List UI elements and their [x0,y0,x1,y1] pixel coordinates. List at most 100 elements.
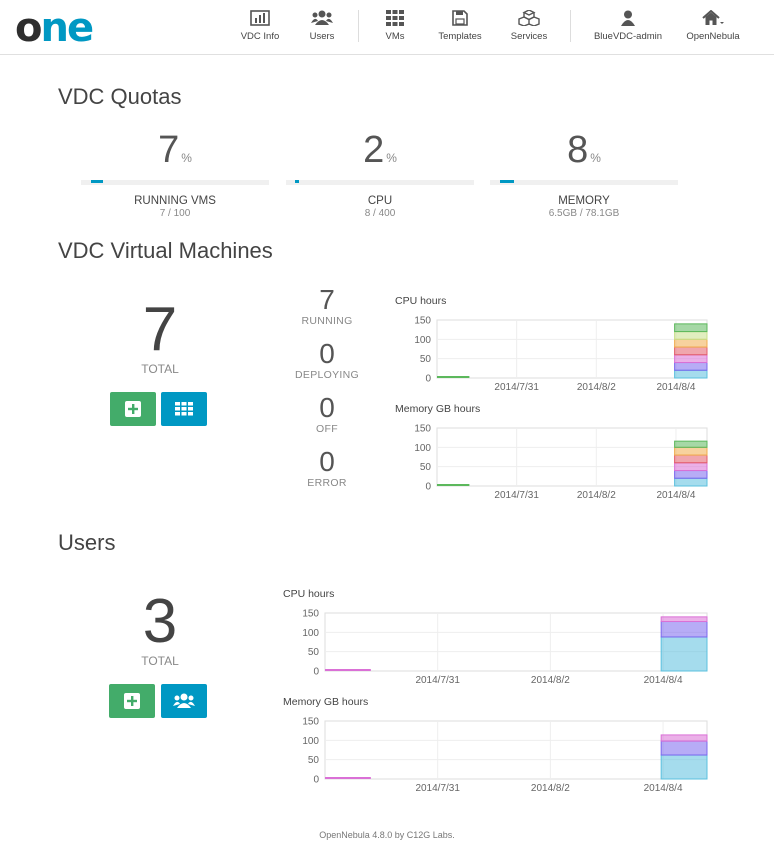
vms-total-count: 7 [142,295,178,364]
users-cpu-hours-chart: 0 50 100 150 2014/7/31 2014/8/2 2014/8/4 [302,609,708,686]
chart-series-area [660,734,708,742]
chart-series-area [674,462,708,472]
users-icon [311,10,333,25]
quota-memory: 8% MEMORY 6.5GB / 78.1GB [490,128,678,219]
chart-y-tick-label: 50 [308,755,320,766]
nav-templates[interactable]: Templates [420,10,500,42]
plus-square-icon [125,401,141,417]
users-memory-hours-chart: 0 50 100 150 2014/7/31 2014/8/2 2014/8/4 [302,717,708,794]
chart-y-tick-label: 50 [420,354,432,365]
users-memory-chart-title: Memory GB hours [283,696,369,708]
chart-y-tick-label: 150 [302,717,319,728]
save-icon [452,10,468,26]
nav-services[interactable]: Services [489,10,569,42]
chart-x-tick-label: 2014/7/31 [415,783,460,794]
create-user-button[interactable] [109,684,155,718]
chart-frame [436,427,708,487]
vms-total: 7 TOTAL [105,295,215,377]
chart-y-tick-label: 0 [313,667,319,678]
chart-series-area [660,621,708,638]
chart-series-area [674,354,708,364]
chart-x-tick-label: 2014/8/4 [644,675,683,686]
quota-percent: 8% [567,129,601,171]
chart-y-tick-label: 100 [302,736,319,747]
vm-state-count: 0 [319,338,335,369]
chart-x-tick-label: 2014/8/4 [644,783,683,794]
users-total-count: 3 [142,587,178,656]
chart-y-tick-label: 150 [414,424,431,435]
vms-cpu-hours-chart: 0 50 100 150 2014/7/31 2014/8/2 2014/8/4 [414,316,708,393]
quota-percent: 2% [363,129,397,171]
vm-state-label: DEPLOYING [295,369,359,381]
chart-series-area [674,323,708,333]
chart-y-tick-label: 150 [302,609,319,620]
chart-series-area [660,616,708,623]
chart-series-area [674,470,708,479]
vm-state-error: 0 ERROR [287,447,367,490]
vms-memory-chart-title: Memory GB hours [395,403,481,415]
chart-series-area [660,636,708,672]
vm-state-label: ERROR [307,477,347,489]
nav-user-menu[interactable]: BlueVDC-admin [588,10,668,42]
cubes-icon [518,10,540,26]
nav-zone-menu[interactable]: OpenNebula [673,10,753,42]
chart-series-area [674,440,708,448]
quota-percent: 7% [158,129,192,171]
vm-state-running: 7 RUNNING [287,285,367,328]
chart-x-tick-label: 2014/8/4 [656,490,695,501]
quota-detail: 8 / 400 [364,208,396,219]
quota-progress-bar [286,180,474,185]
top-bar: one VDC Info Users VMs Templates Service… [0,0,774,55]
chart-y-tick-label: 100 [414,335,431,346]
quota-cpu: 2% CPU 8 / 400 [286,128,474,219]
quota-label: CPU [367,195,393,207]
vms-total-label: TOTAL [141,362,179,376]
chart-series-area [660,754,708,780]
vm-state-label: RUNNING [301,315,353,327]
chart-series-area [674,362,708,371]
chart-y-tick-label: 0 [425,374,431,385]
chart-x-tick-label: 2014/8/2 [531,783,570,794]
nav-divider [570,10,571,42]
quota-detail: 6.5GB / 78.1GB [548,208,620,219]
chart-x-tick-label: 2014/7/31 [415,675,460,686]
grid-icon [386,10,404,26]
users-icon [173,693,195,708]
chart-y-tick-label: 0 [425,482,431,493]
chart-x-tick-label: 2014/8/4 [656,382,695,393]
quota-running-vms: 7% RUNNING VMS 7 / 100 [81,128,269,219]
chart-frame [324,720,708,780]
quota-progress-bar [81,180,269,185]
vms-cpu-chart-title: CPU hours [395,295,447,307]
chart-series-area [674,369,708,379]
users-list-button[interactable] [161,684,207,718]
vms-memory-hours-chart: 0 50 100 150 2014/7/31 2014/8/2 2014/8/4 [414,424,708,501]
chart-x-tick-label: 2014/7/31 [494,382,539,393]
opennebula-logo[interactable]: one [15,5,94,51]
chart-y-tick-label: 100 [414,443,431,454]
quota-progress-fill [295,180,299,183]
chart-y-tick-label: 50 [420,462,432,473]
users-total-label: TOTAL [141,654,179,668]
users-title: Users [58,530,116,555]
bar-chart-icon [250,10,270,26]
chart-x-tick-label: 2014/8/2 [531,675,570,686]
plus-square-icon [124,693,140,709]
create-vm-button[interactable] [110,392,156,426]
quota-label: MEMORY [558,195,610,207]
chart-series-area [660,740,708,756]
quota-progress-bar [490,180,678,185]
vm-state-off: 0 OFF [287,393,367,436]
vms-title: VDC Virtual Machines [58,238,273,263]
chart-x-tick-label: 2014/7/31 [494,490,539,501]
quotas-title: VDC Quotas [58,84,182,109]
chart-series-area [674,338,708,348]
quota-progress-fill [500,180,514,183]
quota-label: RUNNING VMS [134,195,216,207]
vm-state-deploying: 0 DEPLOYING [287,338,367,382]
chart-series-area [674,477,708,487]
chart-y-tick-label: 100 [302,628,319,639]
nav-users[interactable]: Users [282,10,362,42]
vm-state-label: OFF [316,423,338,435]
vms-list-button[interactable] [161,392,207,426]
